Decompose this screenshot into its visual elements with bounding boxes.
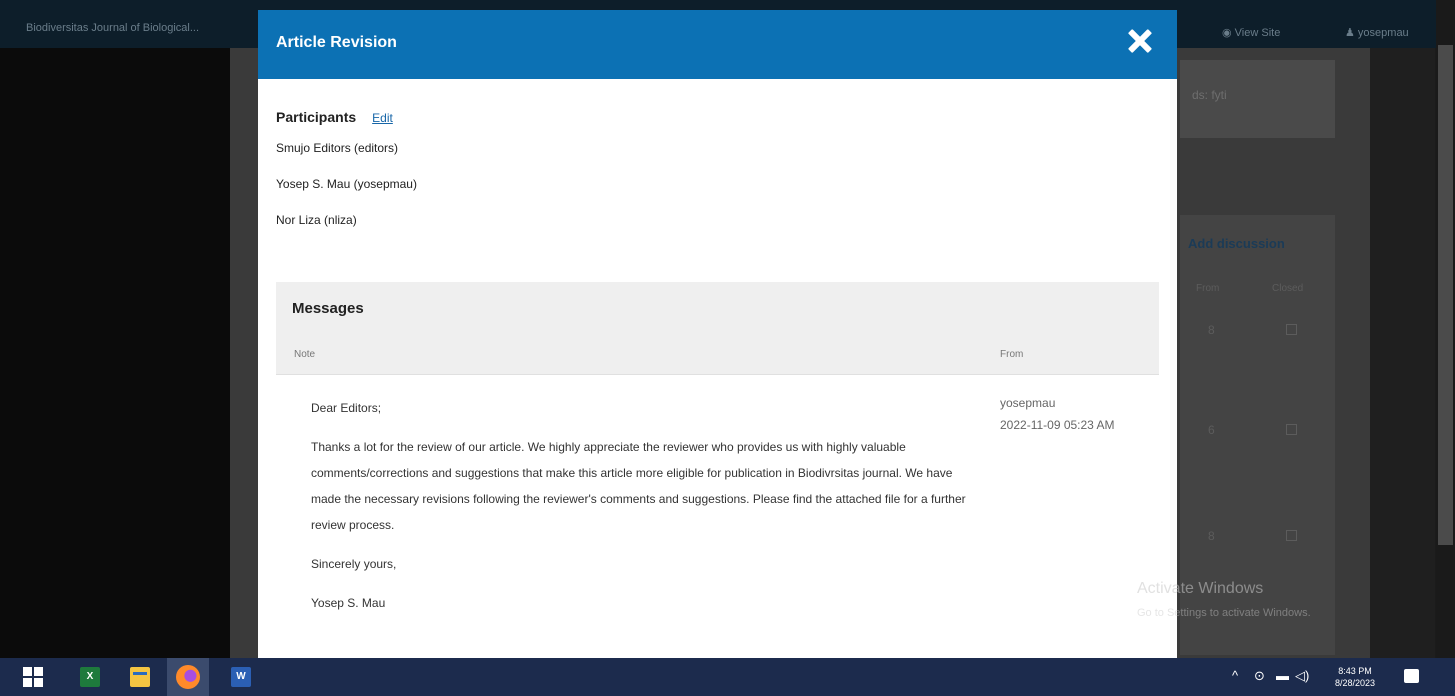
column-header-from: From [1000, 349, 1024, 360]
background-col-closed: Closed [1272, 283, 1304, 294]
background-col-from: From [1196, 283, 1220, 294]
participants-list: Smujo Editors (editors) Yosep S. Mau (yo… [276, 139, 1159, 247]
edit-participants-link[interactable]: Edit [372, 111, 393, 125]
participants-section: Participants Edit Smujo Editors (editors… [258, 79, 1177, 247]
article-revision-modal: Article Revision Participants Edit Smujo… [258, 10, 1177, 658]
message-row: Dear Editors; Thanks a lot for the revie… [276, 374, 1159, 658]
participant-item: Nor Liza (nliza) [276, 213, 357, 227]
background-panel-fyi-text: ds: fyti [1192, 88, 1227, 102]
clock-time: 8:43 PM [1338, 666, 1372, 676]
word-icon[interactable]: W [231, 667, 251, 687]
message-date: 2022-11-09 05:23 AM [1000, 418, 1115, 432]
file-explorer-icon[interactable] [130, 667, 150, 687]
messages-title: Messages [292, 300, 364, 317]
column-header-note: Note [294, 349, 316, 360]
participants-title: Participants [276, 109, 357, 125]
messages-section: Messages Note From Dear Editors; Thanks … [276, 282, 1159, 658]
message-paragraph: Yosep S. Mau [311, 596, 386, 610]
modal-title: Article Revision [276, 34, 397, 51]
participant-item: Yosep S. Mau (yosepmau) [276, 177, 417, 191]
message-meta: yosepmau 2022-11-09 05:23 AM [1000, 392, 1150, 436]
background-add-discussion-link: Add discussion [1188, 236, 1285, 251]
background-row-checkbox [1286, 324, 1297, 335]
message-paragraph: Thanks a lot for the review of our artic… [311, 440, 966, 532]
background-row-checkbox [1286, 530, 1297, 541]
background-row-checkbox [1286, 424, 1297, 435]
show-hidden-icons-chevron-icon[interactable]: ^ [1232, 668, 1238, 683]
network-icon[interactable]: ⊙ [1254, 668, 1265, 684]
page-scrollbar-thumb[interactable] [1438, 45, 1453, 545]
background-user-menu: ♟ yosepmau [1345, 27, 1409, 39]
participants-header: Participants Edit [276, 109, 1159, 125]
taskbar: X W ^ ⊙ ▬ ◁) 8:43 PM 8/28/2023 [0, 658, 1455, 696]
clock-date: 8/28/2023 [1335, 678, 1376, 688]
modal-header: Article Revision [258, 10, 1177, 79]
background-sidebar [0, 48, 230, 658]
activate-windows-subtitle: Go to Settings to activate Windows. [1137, 607, 1311, 619]
background-view-site-link: ◉ View Site [1222, 27, 1281, 39]
close-icon[interactable] [1125, 26, 1155, 56]
background-right-gutter [1370, 48, 1435, 658]
background-row-count: 6 [1208, 423, 1215, 437]
volume-icon[interactable]: ◁) [1295, 668, 1309, 684]
message-paragraph: Sincerely yours, [311, 557, 397, 571]
excel-icon[interactable]: X [80, 667, 100, 687]
message-paragraph: Dear Editors; [311, 401, 382, 415]
firefox-icon[interactable] [176, 665, 200, 689]
background-row-count: 8 [1208, 529, 1215, 543]
notification-center-icon[interactable] [1404, 669, 1419, 683]
taskbar-clock[interactable]: 8:43 PM 8/28/2023 [1335, 665, 1375, 689]
message-from-user: yosepmau [1000, 396, 1056, 410]
background-journal-name: Biodiversitas Journal of Biological... [26, 22, 200, 34]
windows-start-icon[interactable] [23, 667, 43, 687]
message-body: Dear Editors; Thanks a lot for the revie… [311, 395, 971, 629]
activate-windows-watermark: Activate Windows [1137, 580, 1264, 597]
background-row-count: 8 [1208, 323, 1215, 337]
battery-icon[interactable]: ▬ [1276, 668, 1289, 683]
participant-item: Smujo Editors (editors) [276, 141, 399, 155]
